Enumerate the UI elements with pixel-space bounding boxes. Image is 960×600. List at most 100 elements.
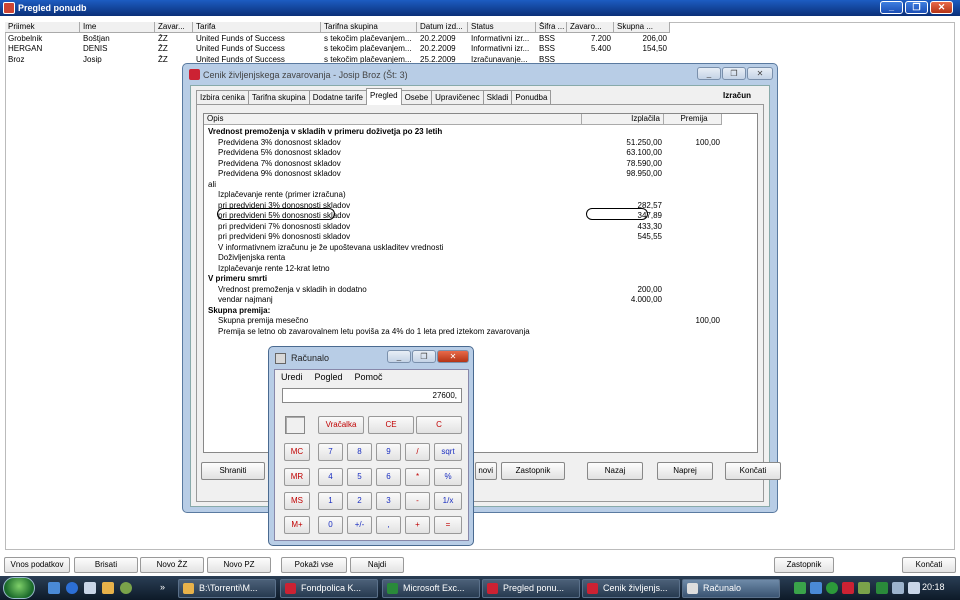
taskbar-item[interactable]: Računalo xyxy=(682,579,780,598)
minimize-icon[interactable]: _ xyxy=(880,1,903,14)
decimal-button[interactable]: , xyxy=(376,516,401,534)
taskbar-item[interactable]: Microsoft Exc... xyxy=(382,579,480,598)
mr-button[interactable]: MR xyxy=(284,468,310,486)
taskbar-item[interactable]: B:\Torrenti\M... xyxy=(178,579,276,598)
taskbar-item[interactable]: Pregled ponu... xyxy=(482,579,580,598)
new-button[interactable]: novi xyxy=(475,462,497,480)
list-item[interactable]: ali xyxy=(204,180,759,191)
key-7[interactable]: 7 xyxy=(318,443,343,461)
tray-icon[interactable] xyxy=(794,582,806,594)
key-5[interactable]: 5 xyxy=(347,468,372,486)
maximize-icon[interactable]: ❐ xyxy=(412,350,436,363)
list-item[interactable]: Predvidena 9% donosnost skladov 98.950,00 xyxy=(204,169,759,180)
key-1[interactable]: 1 xyxy=(318,492,343,510)
taskbar-item[interactable]: Fondpolica K... xyxy=(280,579,378,598)
maximize-icon[interactable]: ❐ xyxy=(905,1,928,14)
tab-osebe[interactable]: Osebe xyxy=(400,90,433,105)
reciprocal-button[interactable]: 1/x xyxy=(434,492,462,510)
find-button[interactable]: Najdi xyxy=(350,557,404,573)
ms-button[interactable]: MS xyxy=(284,492,310,510)
list-item[interactable]: Izplačevanje rente (primer izračuna) xyxy=(204,190,759,201)
new-zz-button[interactable]: Novo ŽZ xyxy=(140,557,204,573)
column-header-premija[interactable]: Premija xyxy=(664,114,722,125)
key-6[interactable]: 6 xyxy=(376,468,401,486)
column-header[interactable]: Šifra ... xyxy=(536,22,567,33)
folder-icon[interactable] xyxy=(102,582,114,594)
menu-edit[interactable]: Uredi xyxy=(281,372,303,382)
minimize-icon[interactable]: _ xyxy=(697,67,721,80)
vnos-podatkov-button[interactable]: Vnos podatkov xyxy=(4,557,70,573)
list-item[interactable]: Skupna premija mesečno 100,00 xyxy=(204,316,759,327)
maximize-icon[interactable]: ❐ xyxy=(722,67,746,80)
list-item[interactable]: Vrednost premoženja v skladih in dodatno… xyxy=(204,285,759,296)
key-4[interactable]: 4 xyxy=(318,468,343,486)
list-item[interactable]: Izplačevanje rente 12-krat letno xyxy=(204,264,759,275)
column-header[interactable]: Tarifa xyxy=(193,22,321,33)
m-plus-button[interactable]: M+ xyxy=(284,516,310,534)
menu-help[interactable]: Pomoč xyxy=(355,372,383,382)
column-header[interactable]: Zavar... xyxy=(155,22,193,33)
list-item[interactable]: Doživljenjska renta xyxy=(204,253,759,264)
column-header[interactable]: Status xyxy=(468,22,536,33)
key-3[interactable]: 3 xyxy=(376,492,401,510)
finish-button[interactable]: Končati xyxy=(725,462,781,480)
finish-button[interactable]: Končati xyxy=(902,557,956,573)
list-item[interactable]: Predvidena 5% donosnost skladov 63.100,00 xyxy=(204,148,759,159)
column-header[interactable]: Priimek xyxy=(5,22,80,33)
table-row[interactable]: HERGAN DENIS ŽZ United Funds of Success … xyxy=(5,44,670,54)
show-desktop-icon[interactable] xyxy=(48,582,60,594)
tray-icon[interactable] xyxy=(876,582,888,594)
sign-button[interactable]: +/- xyxy=(347,516,372,534)
list-item[interactable]: Vrednost premoženja v skladih v primeru … xyxy=(204,127,759,138)
column-header-izplacila[interactable]: Izplačila xyxy=(582,114,664,125)
volume-icon[interactable] xyxy=(908,582,920,594)
delete-button[interactable]: Brisati xyxy=(74,557,138,573)
tab-pregled[interactable]: Pregled xyxy=(366,88,402,105)
clock[interactable]: 20:18 xyxy=(922,582,945,592)
list-item[interactable]: Predvidena 3% donosnost skladov 51.250,00… xyxy=(204,138,759,149)
table-row[interactable]: Grobelnik Boštjan ŽZ United Funds of Suc… xyxy=(5,34,670,44)
minimize-icon[interactable]: _ xyxy=(387,350,411,363)
divide-button[interactable]: / xyxy=(405,443,430,461)
agent-button[interactable]: Zastopnik xyxy=(501,462,565,480)
tab-tarifna-skupina[interactable]: Tarifna skupina xyxy=(247,90,310,105)
internet-explorer-icon[interactable] xyxy=(66,582,78,594)
list-item[interactable]: vendar najmanj 4.000,00 xyxy=(204,295,759,306)
key-8[interactable]: 8 xyxy=(347,443,372,461)
list-item[interactable]: pri predvideni 7% donosnosti skladov 433,… xyxy=(204,222,759,233)
column-header[interactable]: Datum izd... xyxy=(417,22,468,33)
new-pz-button[interactable]: Novo PZ xyxy=(207,557,271,573)
network-icon[interactable] xyxy=(892,582,904,594)
list-item[interactable]: Premija se letno ob zavarovalnem letu po… xyxy=(204,327,759,338)
close-icon[interactable]: ✕ xyxy=(747,67,773,80)
close-icon[interactable]: ✕ xyxy=(437,350,469,363)
taskbar-item[interactable]: Cenik življenjs... xyxy=(582,579,680,598)
percent-button[interactable]: % xyxy=(434,468,462,486)
tray-icon[interactable] xyxy=(858,582,870,594)
equals-button[interactable]: = xyxy=(434,516,462,534)
subtract-button[interactable]: - xyxy=(405,492,430,510)
tab-ponudba[interactable]: Ponudba xyxy=(511,90,552,105)
key-0[interactable]: 0 xyxy=(318,516,343,534)
save-button[interactable]: Shraniti xyxy=(201,462,265,480)
start-orb-icon[interactable] xyxy=(3,577,35,599)
add-button[interactable]: + xyxy=(405,516,430,534)
clear-button[interactable]: C xyxy=(416,416,462,434)
tab-skladi[interactable]: Skladi xyxy=(482,90,513,105)
column-header[interactable]: Ime xyxy=(80,22,155,33)
back-button[interactable]: Nazaj xyxy=(587,462,643,480)
agent-button[interactable]: Zastopnik xyxy=(774,557,834,573)
close-icon[interactable]: ✕ xyxy=(930,1,953,14)
list-item[interactable]: Predvidena 7% donosnost skladov 78.590,00 xyxy=(204,159,759,170)
list-item[interactable]: V informativnem izračunu je že upoštevan… xyxy=(204,243,759,254)
backspace-button[interactable]: Vračalka xyxy=(318,416,364,434)
list-item[interactable]: Skupna premija: xyxy=(204,306,759,317)
tab-dodatne-tarife[interactable]: Dodatne tarife xyxy=(308,90,367,105)
tray-icon[interactable] xyxy=(826,582,838,594)
media-player-icon[interactable] xyxy=(84,582,96,594)
sqrt-button[interactable]: sqrt xyxy=(434,443,462,461)
chrome-icon[interactable] xyxy=(120,582,132,594)
column-header-opis[interactable]: Opis xyxy=(204,114,582,125)
clear-entry-button[interactable]: CE xyxy=(368,416,414,434)
column-header[interactable]: Skupna ... xyxy=(614,22,670,33)
